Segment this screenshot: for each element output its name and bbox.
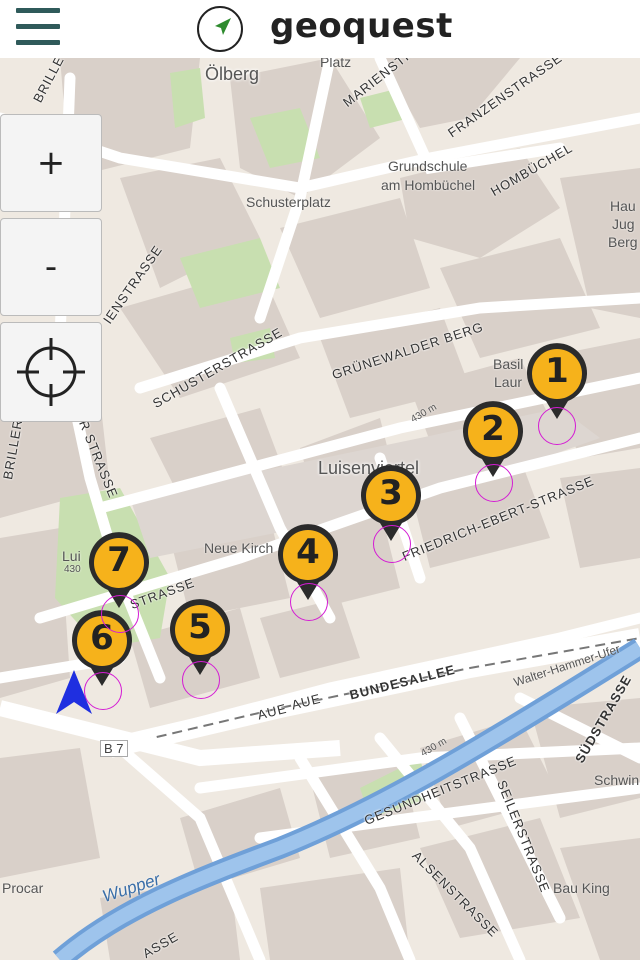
map-label-jug: Jug [612, 216, 635, 232]
map-label-schusterplatz: Schusterplatz [246, 194, 331, 210]
hamburger-menu-bar [16, 24, 60, 29]
crosshair-icon [17, 338, 85, 406]
app-title: geoquest [270, 6, 453, 46]
marker-label: 7 [107, 540, 131, 580]
map-label-procar: Procar [2, 880, 44, 896]
marker-label: 4 [296, 532, 320, 572]
marker-label: 5 [188, 607, 212, 647]
map-label-olberg: Ölberg [205, 64, 260, 84]
map-label-berg: Berg [608, 234, 638, 250]
hamburger-menu-icon [16, 8, 60, 13]
marker-label: 1 [545, 351, 569, 391]
map-label-hau: Hau [610, 198, 636, 214]
map-label-neue-kirche: Neue Kirch [204, 540, 274, 556]
elevation-label-small: 430 [64, 564, 81, 575]
target-ring-1 [538, 407, 576, 445]
compass-arrow-icon [197, 6, 243, 52]
locate-button[interactable] [0, 322, 102, 422]
app-header: geoquest [0, 0, 640, 58]
map-label-basil: Basil [493, 356, 524, 372]
target-ring-7 [101, 595, 139, 633]
minus-icon: - [44, 247, 58, 287]
map-view[interactable]: Ölberg Platz MARIENSTRASSE FRANZENSTRASS… [0, 58, 640, 960]
hamburger-menu-bar [16, 40, 60, 45]
map-label-bau-king: Bau King [553, 880, 610, 896]
target-ring-5 [182, 661, 220, 699]
zoom-in-button[interactable]: + [0, 114, 102, 212]
zoom-out-button[interactable]: - [0, 218, 102, 316]
road-b7-shield: B 7 [100, 740, 128, 757]
map-label-schwin: Schwin [594, 772, 640, 788]
map-label-grundschule: Grundschule [388, 158, 468, 174]
target-ring-3 [373, 525, 411, 563]
map-label-am-hombuchel: am Hombüchel [381, 177, 476, 193]
marker-label: 3 [379, 473, 403, 513]
map-label-laur: Laur [494, 374, 523, 390]
target-ring-4 [290, 583, 328, 621]
target-ring-2 [475, 464, 513, 502]
map-label-platz: Platz [320, 58, 352, 70]
plus-icon: + [36, 143, 66, 183]
map-label-lui: Lui [62, 548, 81, 564]
marker-label: 2 [481, 409, 505, 449]
navigation-arrow-icon [56, 670, 92, 714]
menu-button[interactable] [16, 8, 60, 46]
